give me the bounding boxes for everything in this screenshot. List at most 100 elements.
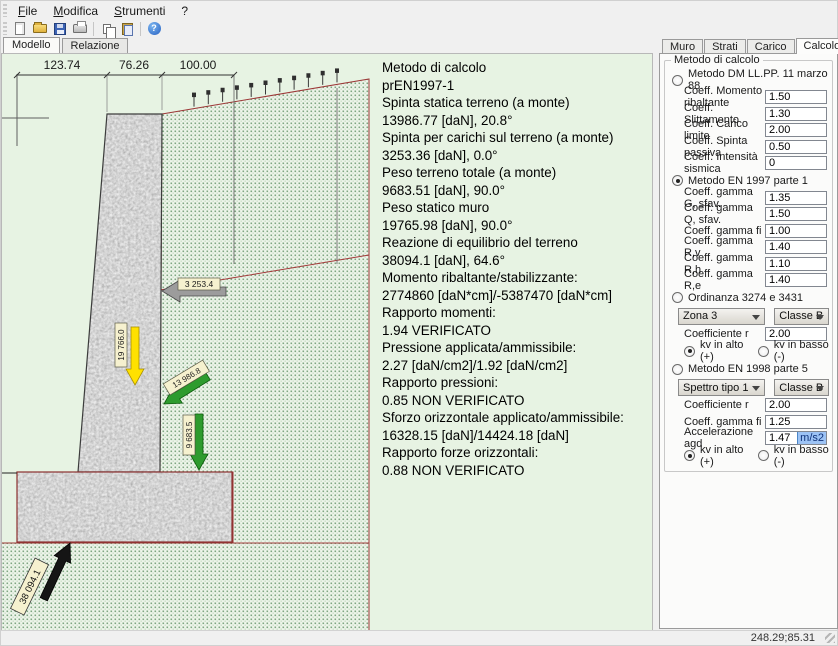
dim-label-2: 76.26 xyxy=(119,58,149,72)
menu-strumenti[interactable]: Strumenti xyxy=(106,2,173,20)
toolbar-gripper xyxy=(3,22,7,35)
radio-icon xyxy=(672,292,683,303)
en1998-coefficiente-r-input[interactable]: 2.00 xyxy=(765,398,827,412)
radio-label: kv in basso (-) xyxy=(774,444,829,468)
save-floppy-icon xyxy=(54,23,66,35)
model-canvas[interactable]: 123.74 76.26 100.00 3 253.4 19 766.0 xyxy=(1,53,653,631)
application-window: File Modifica Strumenti ? ? Modello Rela… xyxy=(0,0,838,646)
field-gamma-q: Coeff. gamma Q, sfav. 1.50 xyxy=(668,206,829,223)
classe-dropdown[interactable]: Classe B xyxy=(774,308,829,325)
radio-icon xyxy=(672,364,683,375)
toolbar-gripper xyxy=(3,4,7,17)
wall-stem xyxy=(78,114,162,472)
toolbar-separator xyxy=(93,22,94,36)
en1998-kv-options: kv in alto (+) kv in basso (-) xyxy=(668,447,829,465)
field-gamma-re: Coeff. gamma R,e 1.40 xyxy=(668,272,829,289)
radio-label: kv in alto (+) xyxy=(700,444,758,468)
radio-kv-alto[interactable]: kv in alto (+) xyxy=(684,342,758,360)
paste-button[interactable] xyxy=(117,21,137,37)
spinta-passiva-input[interactable]: 0.50 xyxy=(765,140,827,154)
gamma-rv-input[interactable]: 1.40 xyxy=(765,240,827,254)
menu-bar: File Modifica Strumenti ? xyxy=(1,1,837,20)
menu-modifica[interactable]: Modifica xyxy=(45,2,106,20)
radio-label: Metodo EN 1998 parte 5 xyxy=(688,363,808,375)
parameters-panel: Muro Strati Carico Calcolo Metodo di cal… xyxy=(659,37,838,631)
radio-label: kv in alto (+) xyxy=(700,339,758,363)
new-document-icon xyxy=(15,22,25,35)
save-button[interactable] xyxy=(50,21,70,37)
document-tabs: Modello Relazione xyxy=(1,37,653,53)
field-label: Coeff. gamma Q, sfav. xyxy=(684,202,765,226)
group-title: Metodo di calcolo xyxy=(671,54,763,66)
resize-grip[interactable] xyxy=(825,633,835,643)
spettro-dropdown[interactable]: Spettro tipo 1 xyxy=(678,379,765,396)
intensita-sismica-input[interactable]: 0 xyxy=(765,156,827,170)
tab-muro[interactable]: Muro xyxy=(662,39,703,53)
cursor-coordinates: 248.29;85.31 xyxy=(751,632,815,644)
slittamento-input[interactable]: 1.30 xyxy=(765,107,827,121)
classe-en1998-dropdown[interactable]: Classe B xyxy=(774,379,829,396)
radio-kv-basso-2[interactable]: kv in basso (-) xyxy=(758,447,829,465)
dim-label-3: 100.00 xyxy=(180,58,217,72)
tab-modello[interactable]: Modello xyxy=(3,37,60,53)
paste-icon xyxy=(122,23,133,35)
radio-icon xyxy=(758,450,769,461)
gamma-q-input[interactable]: 1.50 xyxy=(765,207,827,221)
help-button[interactable]: ? xyxy=(144,21,164,37)
menu-help[interactable]: ? xyxy=(173,2,196,20)
radio-icon xyxy=(758,346,769,357)
calculation-results-text: Metodo di calcolo prEN1997-1 Spinta stat… xyxy=(382,59,654,479)
radio-metodo-en1998[interactable]: Metodo EN 1998 parte 5 xyxy=(668,360,829,378)
radio-label: kv in basso (-) xyxy=(774,339,829,363)
field-intensita-sismica: Coeff. Intensità sismica 0 xyxy=(668,155,829,172)
toolbar-separator xyxy=(140,22,141,36)
tab-calcolo[interactable]: Calcolo xyxy=(796,38,838,54)
field-label: Coeff. Intensità sismica xyxy=(684,151,765,175)
en1998-combos: Spettro tipo 1 Classe B xyxy=(668,378,829,397)
status-bar: 248.29;85.31 xyxy=(1,630,837,645)
copy-button[interactable] xyxy=(97,21,117,37)
copy-icon xyxy=(103,24,111,34)
field-label: Coefficiente r xyxy=(684,399,765,411)
gamma-g-input[interactable]: 1.35 xyxy=(765,191,827,205)
radio-ordinanza[interactable]: Ordinanza 3274 e 3431 xyxy=(668,289,829,307)
tab-relazione[interactable]: Relazione xyxy=(62,38,129,53)
radio-icon-checked xyxy=(684,346,695,357)
wall-footing xyxy=(17,472,232,542)
svg-text:19 766.0: 19 766.0 xyxy=(117,329,126,361)
field-label: Coefficiente r xyxy=(684,328,765,340)
gamma-re-input[interactable]: 1.40 xyxy=(765,273,827,287)
zona-dropdown[interactable]: Zona 3 xyxy=(678,308,765,325)
svg-text:3 253.4: 3 253.4 xyxy=(185,279,214,289)
tab-carico[interactable]: Carico xyxy=(747,39,795,53)
radio-label: Metodo EN 1997 parte 1 xyxy=(688,175,808,187)
field-label: Coeff. gamma R,e xyxy=(684,268,765,292)
load-thrust-label: 3 253.4 xyxy=(178,278,220,290)
svg-text:9 683.5: 9 683.5 xyxy=(185,421,194,448)
en1998-gamma-fi-input[interactable]: 1.25 xyxy=(765,415,827,429)
accel-unit-selected: m/s2 xyxy=(797,432,826,444)
metodo-di-calcolo-group: Metodo di calcolo Metodo DM LL.PP. 11 ma… xyxy=(664,60,833,472)
carico-limite-input[interactable]: 2.00 xyxy=(765,123,827,137)
open-button[interactable] xyxy=(30,21,50,37)
radio-kv-alto-2[interactable]: kv in alto (+) xyxy=(684,447,758,465)
momento-ribaltante-input[interactable]: 1.50 xyxy=(765,90,827,104)
radio-icon-checked xyxy=(684,450,695,461)
radio-label: Ordinanza 3274 e 3431 xyxy=(688,292,803,304)
toolbar: ? xyxy=(1,20,837,37)
radio-kv-basso[interactable]: kv in basso (-) xyxy=(758,342,829,360)
gamma-fi-input[interactable]: 1.00 xyxy=(765,224,827,238)
print-button[interactable] xyxy=(70,21,90,37)
dim-label-1: 123.74 xyxy=(44,58,81,72)
radio-icon xyxy=(672,75,683,86)
tab-strati[interactable]: Strati xyxy=(704,39,746,53)
help-icon: ? xyxy=(148,22,161,35)
gamma-rh-input[interactable]: 1.10 xyxy=(765,257,827,271)
menu-file[interactable]: File xyxy=(10,2,45,20)
soil-weight-label: 9 683.5 xyxy=(183,415,195,455)
ordinanza-combos: Zona 3 Classe B xyxy=(668,307,829,326)
open-folder-icon xyxy=(33,24,47,33)
radio-icon-checked xyxy=(672,175,683,186)
accel-value: 1.47 xyxy=(766,432,797,444)
new-button[interactable] xyxy=(10,21,30,37)
